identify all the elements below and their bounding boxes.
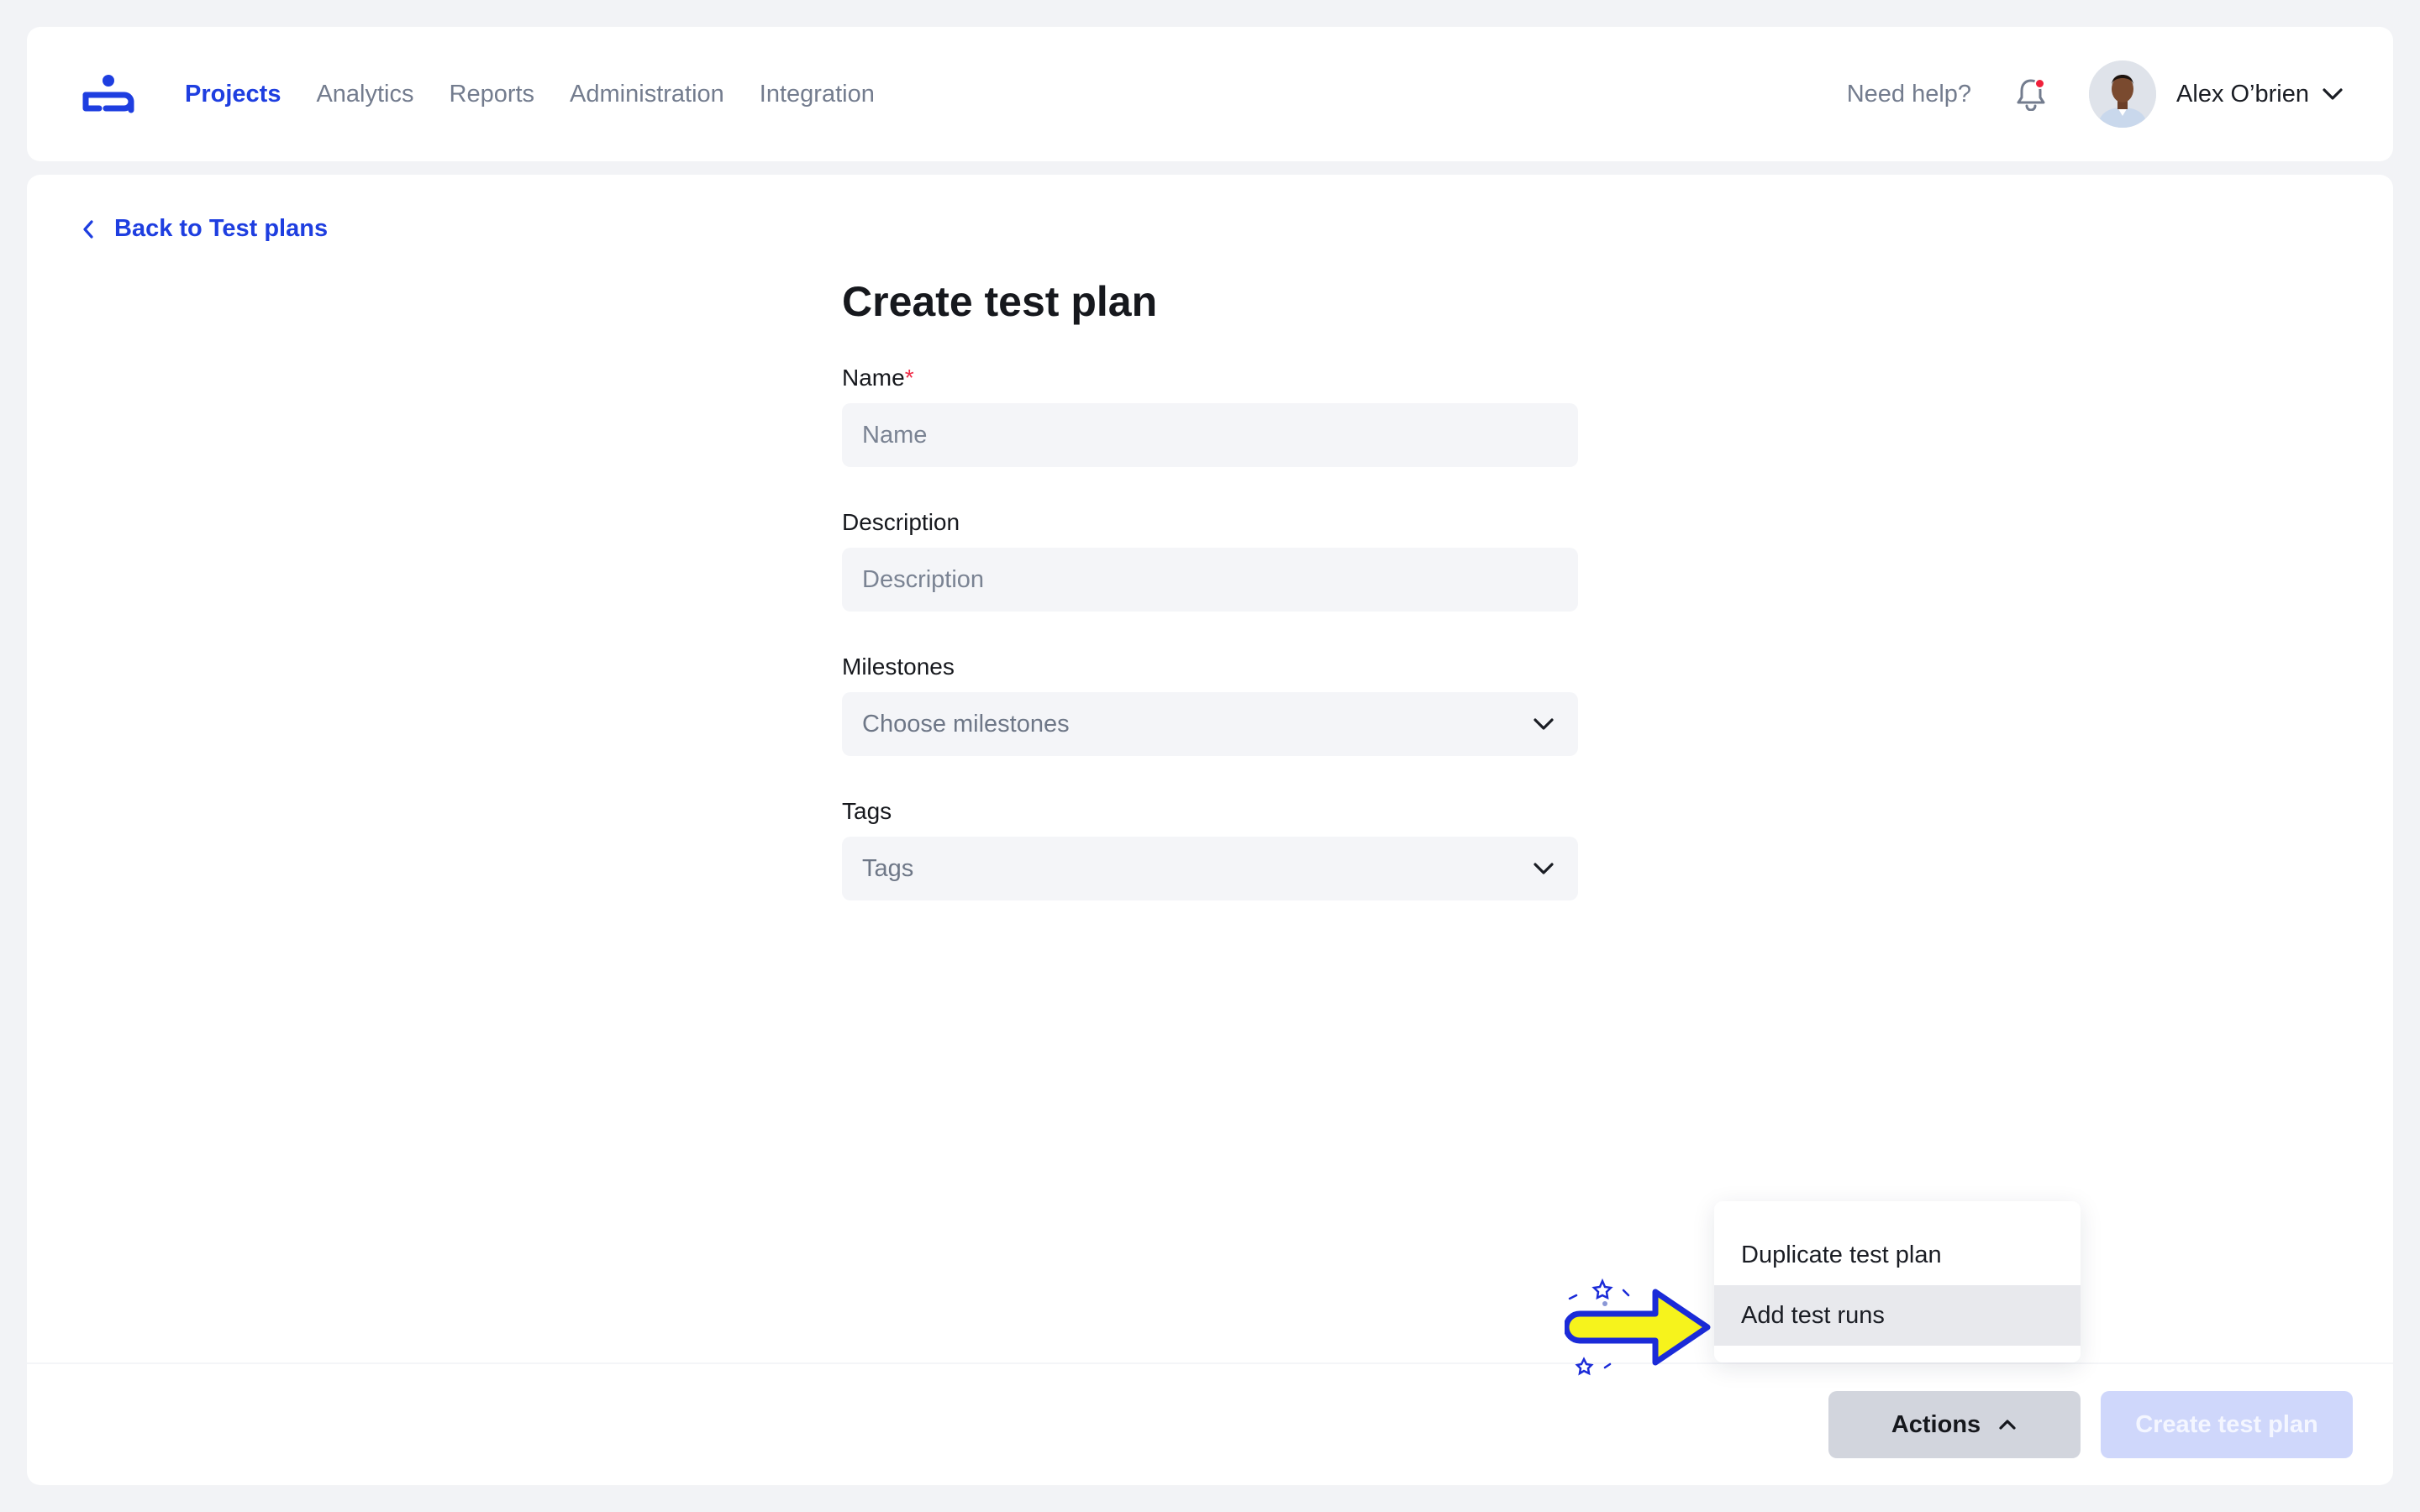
- nav-item-reports[interactable]: Reports: [450, 81, 535, 108]
- milestones-label: Milestones: [842, 654, 955, 680]
- user-name[interactable]: Alex O’brien: [2176, 81, 2309, 108]
- description-input[interactable]: [842, 548, 1578, 612]
- description-field-group: Description: [842, 509, 1578, 612]
- milestones-placeholder: Choose milestones: [862, 710, 1070, 738]
- name-input[interactable]: [842, 403, 1578, 467]
- chevron-down-icon: [1529, 710, 1558, 738]
- nav-item-integration[interactable]: Integration: [760, 81, 875, 108]
- need-help-link[interactable]: Need help?: [1847, 81, 1971, 108]
- back-to-test-plans-link[interactable]: Back to Test plans: [76, 215, 328, 243]
- name-label: Name*: [842, 365, 914, 391]
- create-button-label: Create test plan: [2135, 1410, 2318, 1438]
- tags-label: Tags: [842, 798, 892, 824]
- menu-item-add-test-runs[interactable]: Add test runs: [1714, 1285, 2081, 1346]
- chevron-down-icon: [1529, 854, 1558, 883]
- description-label: Description: [842, 509, 960, 535]
- create-test-plan-form: Create test plan Name* Description Miles…: [842, 277, 1578, 942]
- name-field-group: Name*: [842, 365, 1578, 467]
- chevron-down-icon[interactable]: [2319, 81, 2346, 108]
- menu-item-duplicate-test-plan[interactable]: Duplicate test plan: [1714, 1225, 2081, 1285]
- milestones-field-group: Milestones Choose milestones: [842, 654, 1578, 756]
- chevron-left-icon: [76, 217, 101, 242]
- main-panel: Back to Test plans Create test plan Name…: [27, 175, 2393, 1485]
- tags-field-group: Tags Tags: [842, 798, 1578, 900]
- tags-placeholder: Tags: [862, 854, 914, 882]
- main-nav: Projects Analytics Reports Administratio…: [185, 81, 910, 108]
- page-title: Create test plan: [842, 278, 1158, 325]
- top-nav-bar: Projects Analytics Reports Administratio…: [27, 27, 2393, 161]
- milestones-select[interactable]: Choose milestones: [842, 692, 1578, 756]
- notifications-button[interactable]: [2012, 75, 2050, 113]
- chevron-up-icon: [1999, 1420, 2016, 1430]
- required-asterisk: *: [904, 365, 914, 391]
- nav-item-administration[interactable]: Administration: [570, 81, 724, 108]
- tags-select[interactable]: Tags: [842, 837, 1578, 900]
- actions-button[interactable]: Actions: [1828, 1391, 2081, 1458]
- create-test-plan-button[interactable]: Create test plan: [2101, 1391, 2353, 1458]
- actions-button-label: Actions: [1891, 1410, 1981, 1438]
- actions-dropdown-menu: Duplicate test plan Add test runs: [1714, 1201, 2081, 1362]
- avatar[interactable]: [2089, 60, 2157, 128]
- footer-divider: [27, 1362, 2393, 1364]
- back-link-label: Back to Test plans: [114, 215, 329, 242]
- app-logo-icon[interactable]: [81, 60, 165, 128]
- notification-dot: [2034, 78, 2046, 89]
- nav-item-projects[interactable]: Projects: [185, 81, 281, 108]
- nav-item-analytics[interactable]: Analytics: [316, 81, 413, 108]
